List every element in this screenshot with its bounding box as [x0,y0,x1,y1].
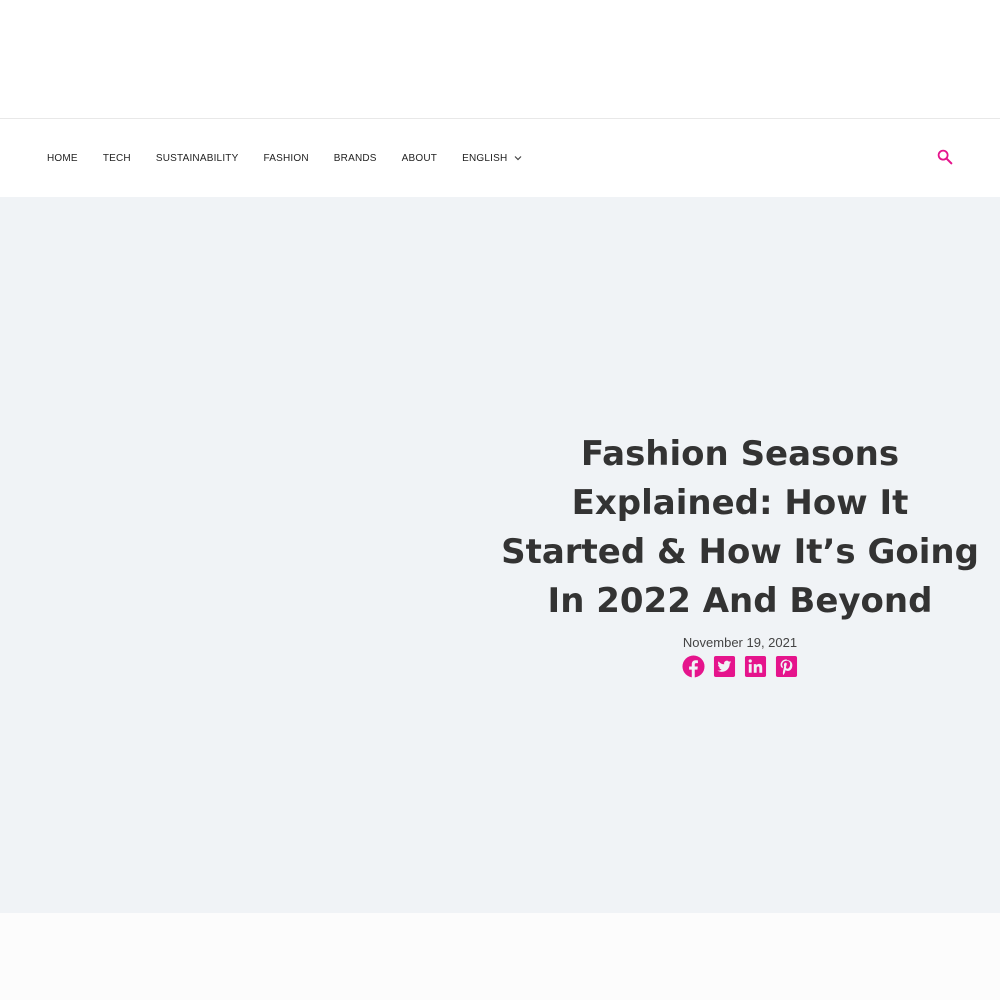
language-selector[interactable]: ENGLISH [462,153,523,164]
post-date: November 19, 2021 [682,635,798,650]
linkedin-icon[interactable] [744,655,767,678]
nav-item-about[interactable]: ABOUT [402,153,437,164]
nav-item-brands[interactable]: BRANDS [334,153,377,164]
nav-item-label: SUSTAINABILITY [155,152,239,164]
twitter-icon[interactable] [713,655,736,678]
post-title: Fashion Seasons Explained: How It Starte… [501,434,979,621]
search-icon[interactable] [936,148,954,166]
nav-item-label: HOME [47,152,78,164]
nav-item-label: TECH [102,152,131,164]
nav-item-label: ABOUT [401,152,438,164]
nav-item-fashion[interactable]: FASHION [263,153,308,164]
facebook-icon[interactable] [682,655,705,678]
share-buttons [500,655,980,678]
post-hero: Fashion Seasons Explained: How It Starte… [0,197,1000,913]
main-navigation: HOME TECH SUSTAINABILITY FASHION BRANDS … [0,118,1000,197]
site-header-top [0,0,1000,118]
nav-menu: HOME TECH SUSTAINABILITY FASHION BRANDS … [47,119,548,197]
nav-item-label: BRANDS [333,152,377,164]
content-area [0,913,1000,1000]
nav-item-sustainability[interactable]: SUSTAINABILITY [156,153,239,164]
pinterest-icon[interactable] [775,655,798,678]
post-header: Fashion Seasons Explained: How It Starte… [500,430,980,678]
chevron-down-icon [514,156,522,161]
nav-item-home[interactable]: HOME [47,153,78,164]
nav-item-label: FASHION [263,152,309,164]
language-label: ENGLISH [462,152,508,164]
nav-item-tech[interactable]: TECH [103,153,131,164]
